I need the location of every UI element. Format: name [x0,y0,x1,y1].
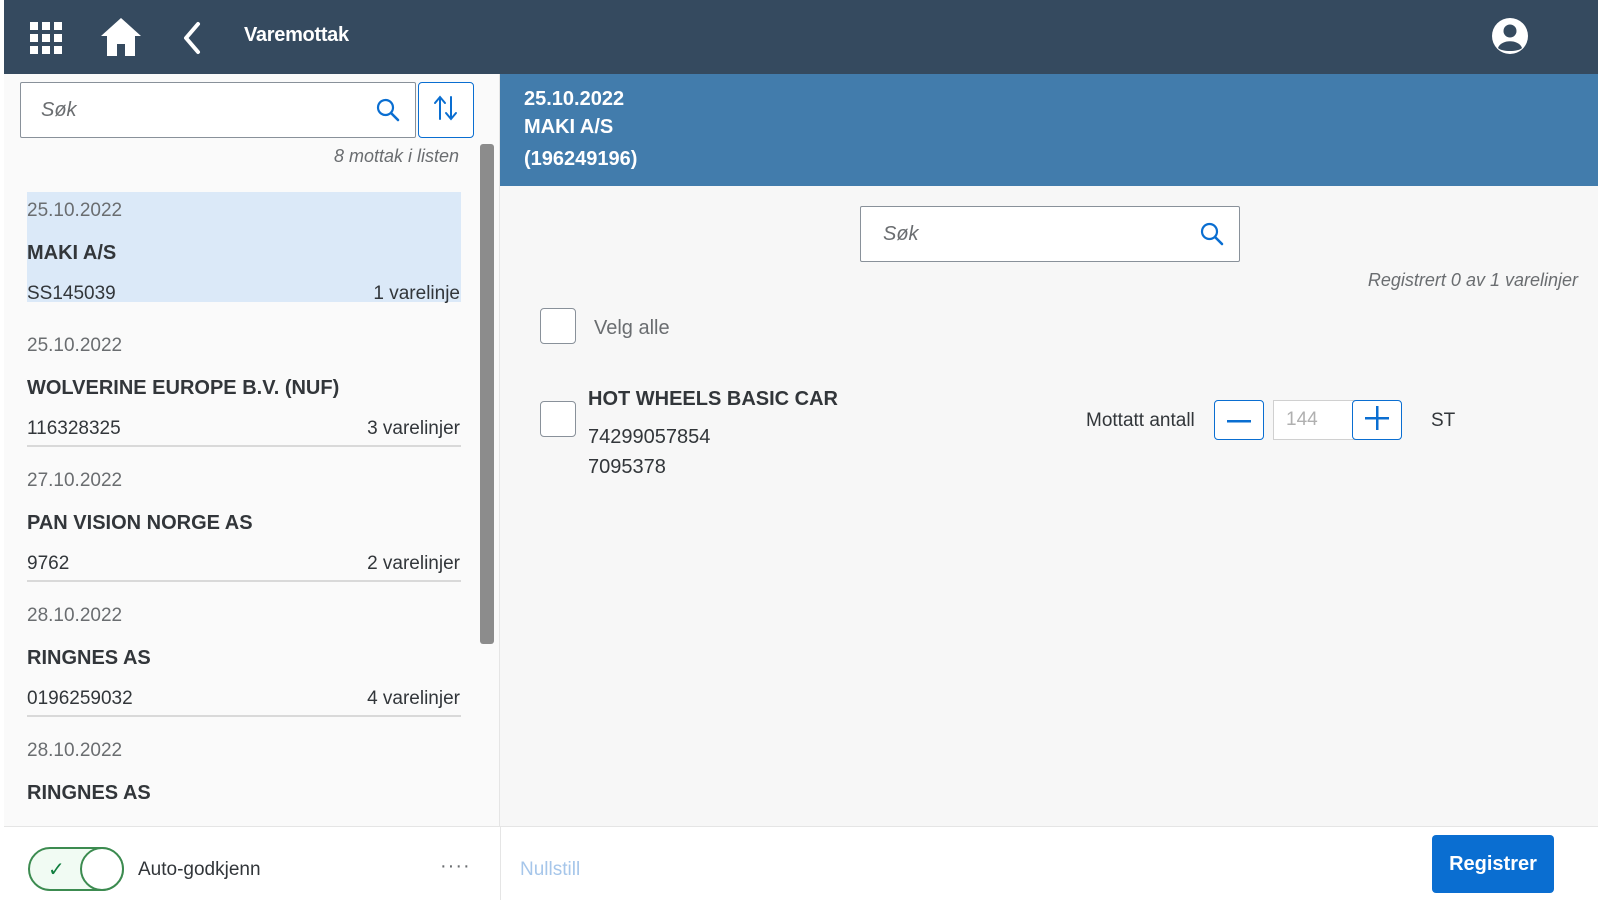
item-number: 0196259032 [27,688,133,709]
user-profile-icon[interactable] [1490,16,1530,56]
back-icon[interactable] [174,18,210,58]
item-number: 9762 [27,553,70,574]
detail-panel: 25.10.2022 MAKI A/S (196249196) Søk Regi… [500,74,1598,826]
item-supplier: RINGNES AS [27,647,151,669]
item-line-count: 1 varelinje [373,283,460,304]
header-date: 25.10.2022 [524,88,625,110]
master-panel: Søk 8 mottak i listen 25.10.2022 MAKI A/… [4,74,500,826]
item-line-count: 3 varelinjer [367,418,460,439]
sort-icon [431,93,461,128]
item-supplier: WOLVERINE EUROPE B.V. (NUF) [27,377,340,399]
detail-search-input[interactable]: Søk [860,206,1240,262]
object-header: 25.10.2022 MAKI A/S (196249196) [500,74,1598,186]
quantity-label: Mottatt antall [1086,410,1195,431]
footer-toolbar: ✓ Auto-godkjenn ···· Nullstill Registrer [4,826,1598,900]
decrement-button[interactable] [1214,400,1264,440]
item-date: 25.10.2022 [27,335,123,356]
reset-button[interactable]: Nullstill [520,859,580,881]
select-all-label: Velg alle [594,317,670,339]
item-line-count: 4 varelinjer [367,688,460,709]
item-date: 27.10.2022 [27,470,123,491]
auto-approve-label: Auto-godkjenn [138,859,261,880]
header-supplier: MAKI A/S [524,116,614,138]
item-date: 25.10.2022 [27,200,123,221]
product-ean: 74299057854 [588,426,711,448]
search-icon[interactable] [375,97,401,128]
register-button[interactable]: Registrer [1432,835,1554,893]
item-divider [27,580,461,582]
master-search-input[interactable]: Søk [20,82,416,138]
select-all-checkbox[interactable] [540,308,576,344]
item-number: SS145039 [27,283,116,304]
checkmark-icon: ✓ [48,859,65,881]
item-supplier: MAKI A/S [27,242,117,264]
sort-button[interactable] [418,82,474,138]
list-item[interactable]: 25.10.2022 WOLVERINE EUROPE B.V. (NUF) 1… [4,327,470,462]
home-icon[interactable] [98,14,144,60]
search-placeholder: Søk [883,223,919,245]
list-scrollbar[interactable] [480,144,494,644]
item-date: 28.10.2022 [27,740,123,761]
item-divider [27,445,461,447]
search-icon[interactable] [1199,221,1225,252]
plus-icon [1365,405,1389,435]
header-reference: (196249196) [524,148,638,170]
list-count: 8 mottak i listen [333,146,459,166]
list-item[interactable]: 28.10.2022 RINGNES AS 0196259032 4 varel… [4,597,470,732]
search-placeholder: Søk [41,99,77,121]
receipt-list: 25.10.2022 MAKI A/S SS145039 1 varelinje… [4,192,470,826]
item-line-count: 2 varelinjer [367,553,460,574]
list-item[interactable]: 25.10.2022 MAKI A/S SS145039 1 varelinje [4,192,470,327]
item-supplier: PAN VISION NORGE AS [27,512,253,534]
product-name: HOT WHEELS BASIC CAR [588,388,838,410]
auto-approve-toggle[interactable]: ✓ [28,847,124,891]
list-item[interactable]: 27.10.2022 PAN VISION NORGE AS 9762 2 va… [4,462,470,597]
minus-icon [1227,411,1251,429]
app-title: Varemottak [244,24,349,46]
increment-button[interactable] [1352,400,1402,440]
registered-status: Registrert 0 av 1 varelinjer [1367,270,1578,290]
product-article-number: 7095378 [588,456,666,478]
app-launcher-icon[interactable] [26,18,66,58]
shell-bar: Varemottak [4,0,1598,74]
toggle-knob [80,847,124,891]
quantity-unit: ST [1431,410,1456,431]
item-date: 28.10.2022 [27,605,123,626]
product-checkbox[interactable] [540,401,576,437]
item-divider [27,715,461,717]
more-options-icon[interactable]: ···· [440,855,471,878]
list-item[interactable]: 28.10.2022 RINGNES AS [4,732,470,826]
item-number: 116328325 [27,418,121,439]
footer-divider [500,827,501,900]
item-supplier: RINGNES AS [27,782,151,804]
